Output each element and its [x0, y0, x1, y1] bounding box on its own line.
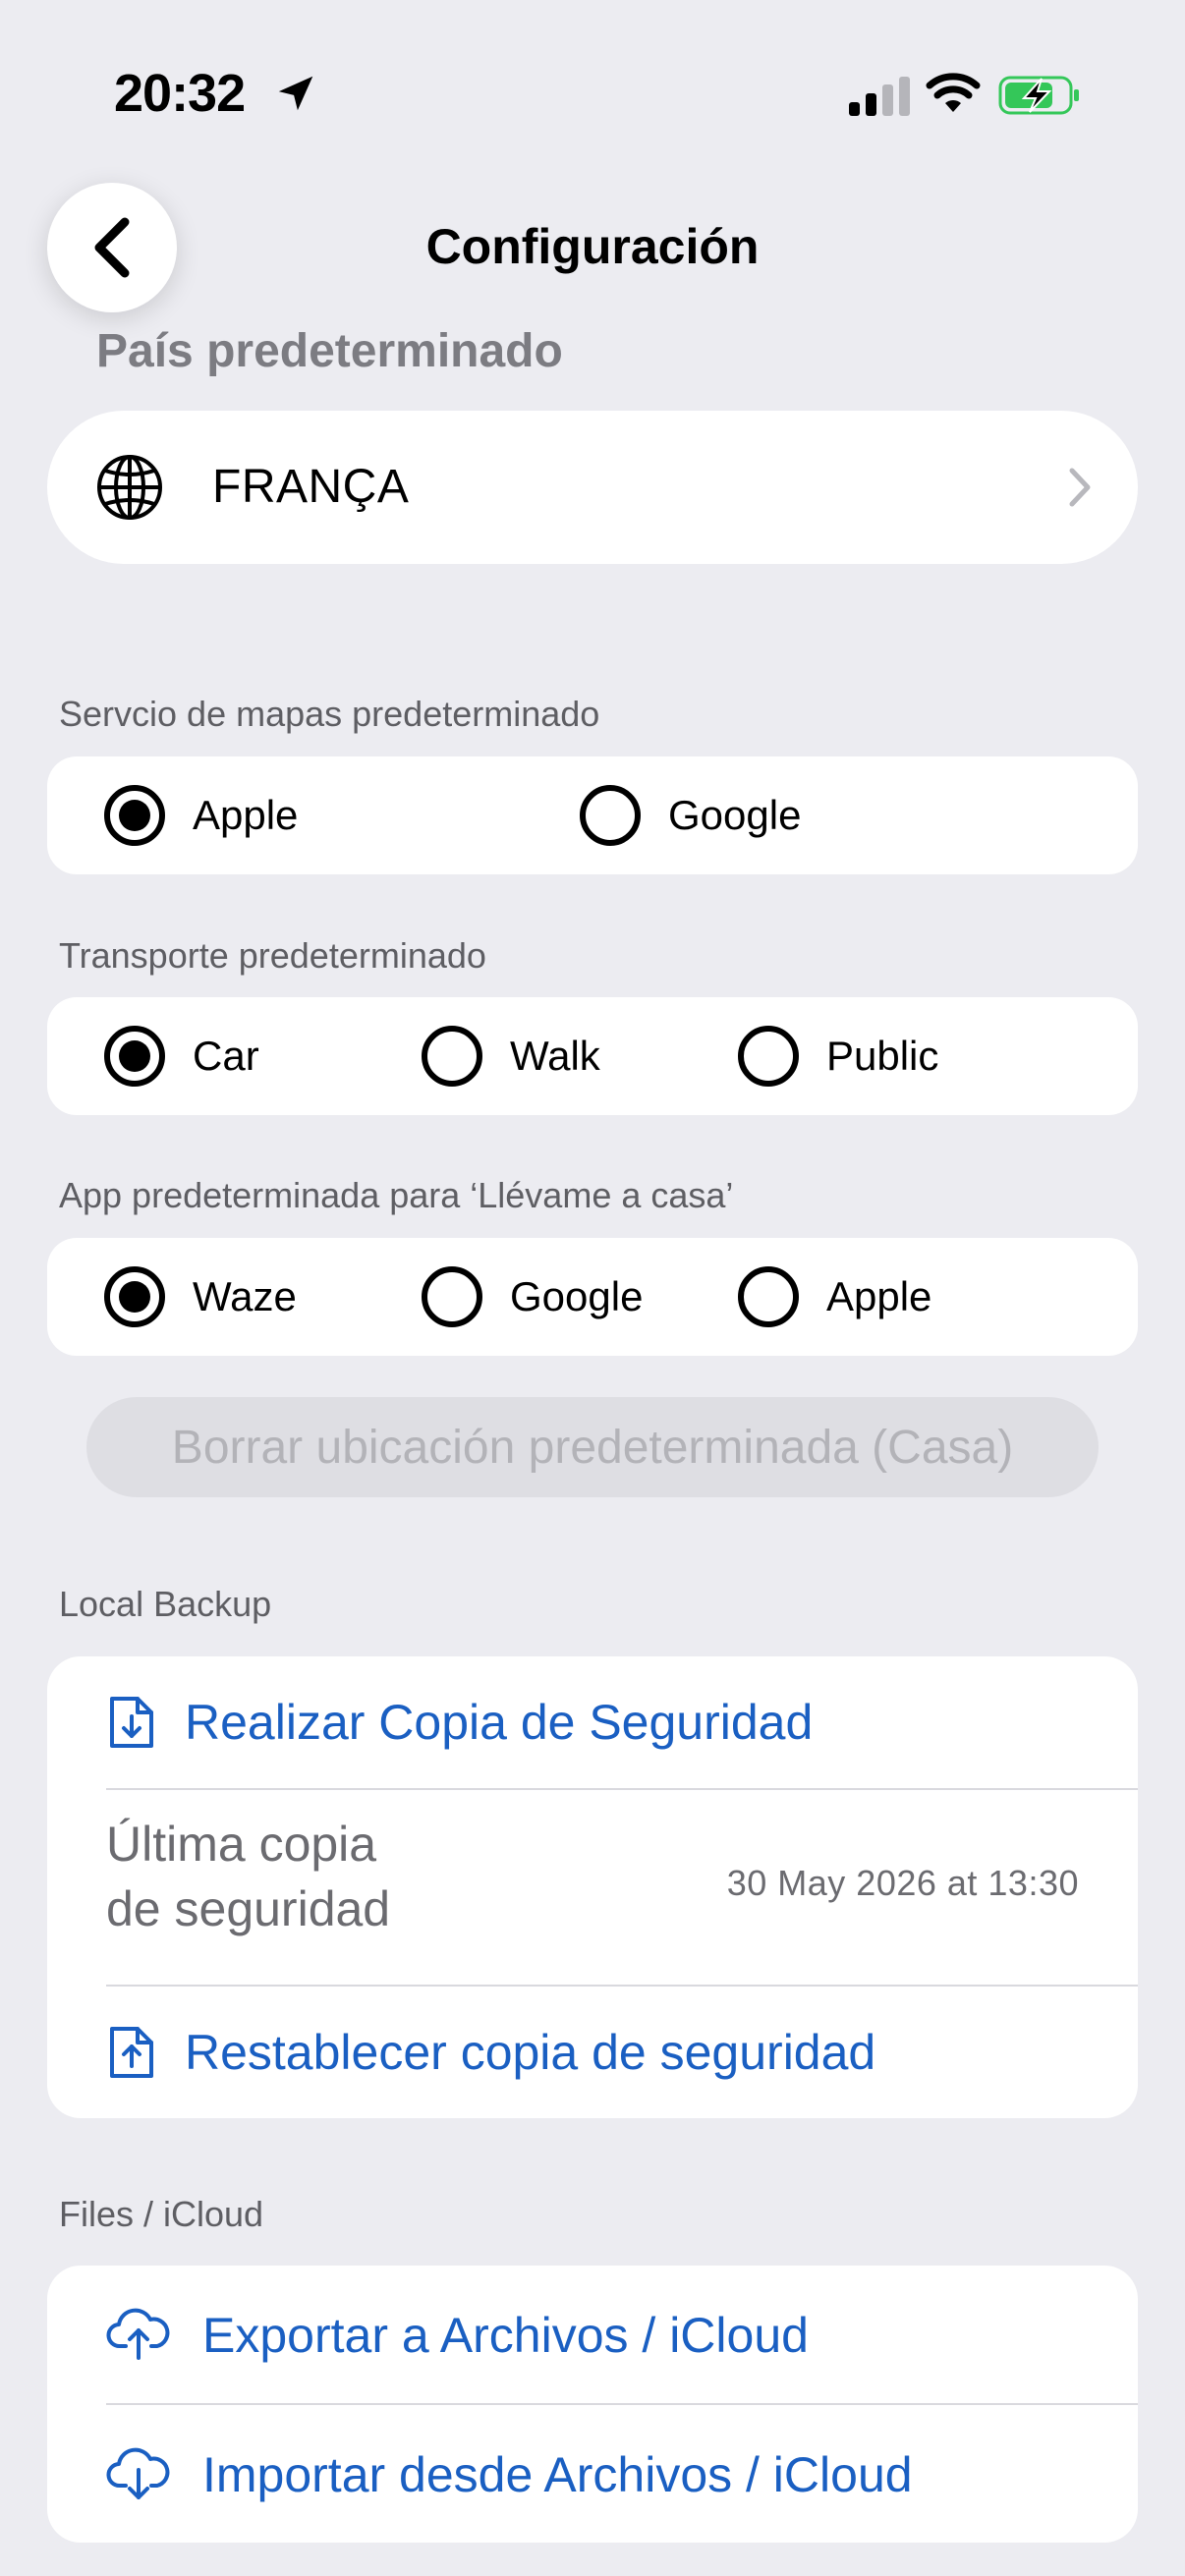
- files-icloud-label: Files / iCloud: [59, 2194, 264, 2234]
- radio-label: Public: [826, 1033, 939, 1079]
- files-icloud-card: Exportar a Archivos / iCloud Importar de…: [47, 2266, 1138, 2543]
- last-backup-label-line2: de seguridad: [106, 1881, 391, 1936]
- home-app-group: Waze Google Apple: [47, 1238, 1138, 1356]
- restore-backup-link: Restablecer copia de seguridad: [185, 2025, 876, 2080]
- import-link: Importar desde Archivos / iCloud: [202, 2447, 913, 2502]
- radio-home-apple[interactable]: Apple: [738, 1238, 931, 1356]
- chevron-right-icon: [1069, 468, 1091, 507]
- make-backup-row[interactable]: Realizar Copia de Seguridad: [47, 1656, 1138, 1788]
- radio-unselected-icon: [422, 1266, 482, 1327]
- cloud-upload-icon: [106, 2308, 170, 2360]
- restore-backup-row[interactable]: Restablecer copia de seguridad: [47, 1987, 1138, 2118]
- radio-unselected-icon: [580, 785, 641, 846]
- page-title: Configuración: [425, 219, 760, 274]
- radio-transport-walk[interactable]: Walk: [422, 997, 600, 1115]
- radio-unselected-icon: [738, 1266, 799, 1327]
- radio-unselected-icon: [738, 1026, 799, 1087]
- radio-label: Google: [668, 792, 802, 838]
- globe-icon: [97, 455, 162, 520]
- battery-charging-icon: [998, 76, 1079, 115]
- cloud-download-icon: [106, 2447, 170, 2499]
- country-section-heading: País predeterminado: [96, 325, 563, 377]
- radio-transport-public[interactable]: Public: [738, 997, 938, 1115]
- radio-maps-apple[interactable]: Apple: [104, 756, 298, 874]
- cellular-signal-icon: [849, 77, 910, 116]
- last-backup-label: Última copia de seguridad: [106, 1812, 390, 1941]
- radio-label: Apple: [826, 1273, 932, 1319]
- local-backup-label: Local Backup: [59, 1584, 272, 1624]
- maps-service-group: Apple Google: [47, 756, 1138, 874]
- make-backup-link: Realizar Copia de Seguridad: [185, 1695, 814, 1750]
- radio-selected-icon: [104, 1026, 165, 1087]
- last-backup-row: Última copia de seguridad 30 May 2026 at…: [47, 1790, 1138, 1985]
- location-arrow-icon: [278, 76, 313, 111]
- radio-selected-icon: [104, 1266, 165, 1327]
- radio-home-waze[interactable]: Waze: [104, 1238, 297, 1356]
- export-row[interactable]: Exportar a Archivos / iCloud: [47, 2266, 1138, 2403]
- home-app-label: App predeterminada para ‘Llévame a casa’: [59, 1175, 734, 1215]
- radio-home-google[interactable]: Google: [422, 1238, 643, 1356]
- document-download-icon: [110, 1697, 153, 1748]
- clear-home-location-button[interactable]: Borrar ubicación predeterminada (Casa): [86, 1397, 1099, 1497]
- radio-unselected-icon: [422, 1026, 482, 1087]
- country-value: FRANÇA: [212, 461, 410, 513]
- radio-label: Google: [510, 1273, 644, 1319]
- country-selector[interactable]: FRANÇA: [47, 411, 1138, 564]
- radio-transport-car[interactable]: Car: [104, 997, 259, 1115]
- radio-maps-google[interactable]: Google: [580, 756, 801, 874]
- transport-group: Car Walk Public: [47, 997, 1138, 1115]
- last-backup-timestamp: 30 May 2026 at 13:30: [726, 1863, 1079, 1903]
- export-link: Exportar a Archivos / iCloud: [202, 2308, 809, 2363]
- radio-selected-icon: [104, 785, 165, 846]
- wifi-icon: [926, 73, 981, 112]
- radio-label: Waze: [193, 1273, 297, 1319]
- last-backup-label-line1: Última copia: [106, 1817, 377, 1872]
- radio-label: Apple: [193, 792, 299, 838]
- import-row[interactable]: Importar desde Archivos / iCloud: [47, 2405, 1138, 2543]
- document-upload-icon: [110, 2027, 153, 2078]
- local-backup-card: Realizar Copia de Seguridad Última copia…: [47, 1656, 1138, 2118]
- radio-label: Walk: [510, 1033, 600, 1079]
- status-time: 20:32: [114, 64, 246, 123]
- transport-label: Transporte predeterminado: [59, 935, 486, 976]
- maps-service-label: Servcio de mapas predeterminado: [59, 694, 600, 734]
- radio-label: Car: [193, 1033, 259, 1079]
